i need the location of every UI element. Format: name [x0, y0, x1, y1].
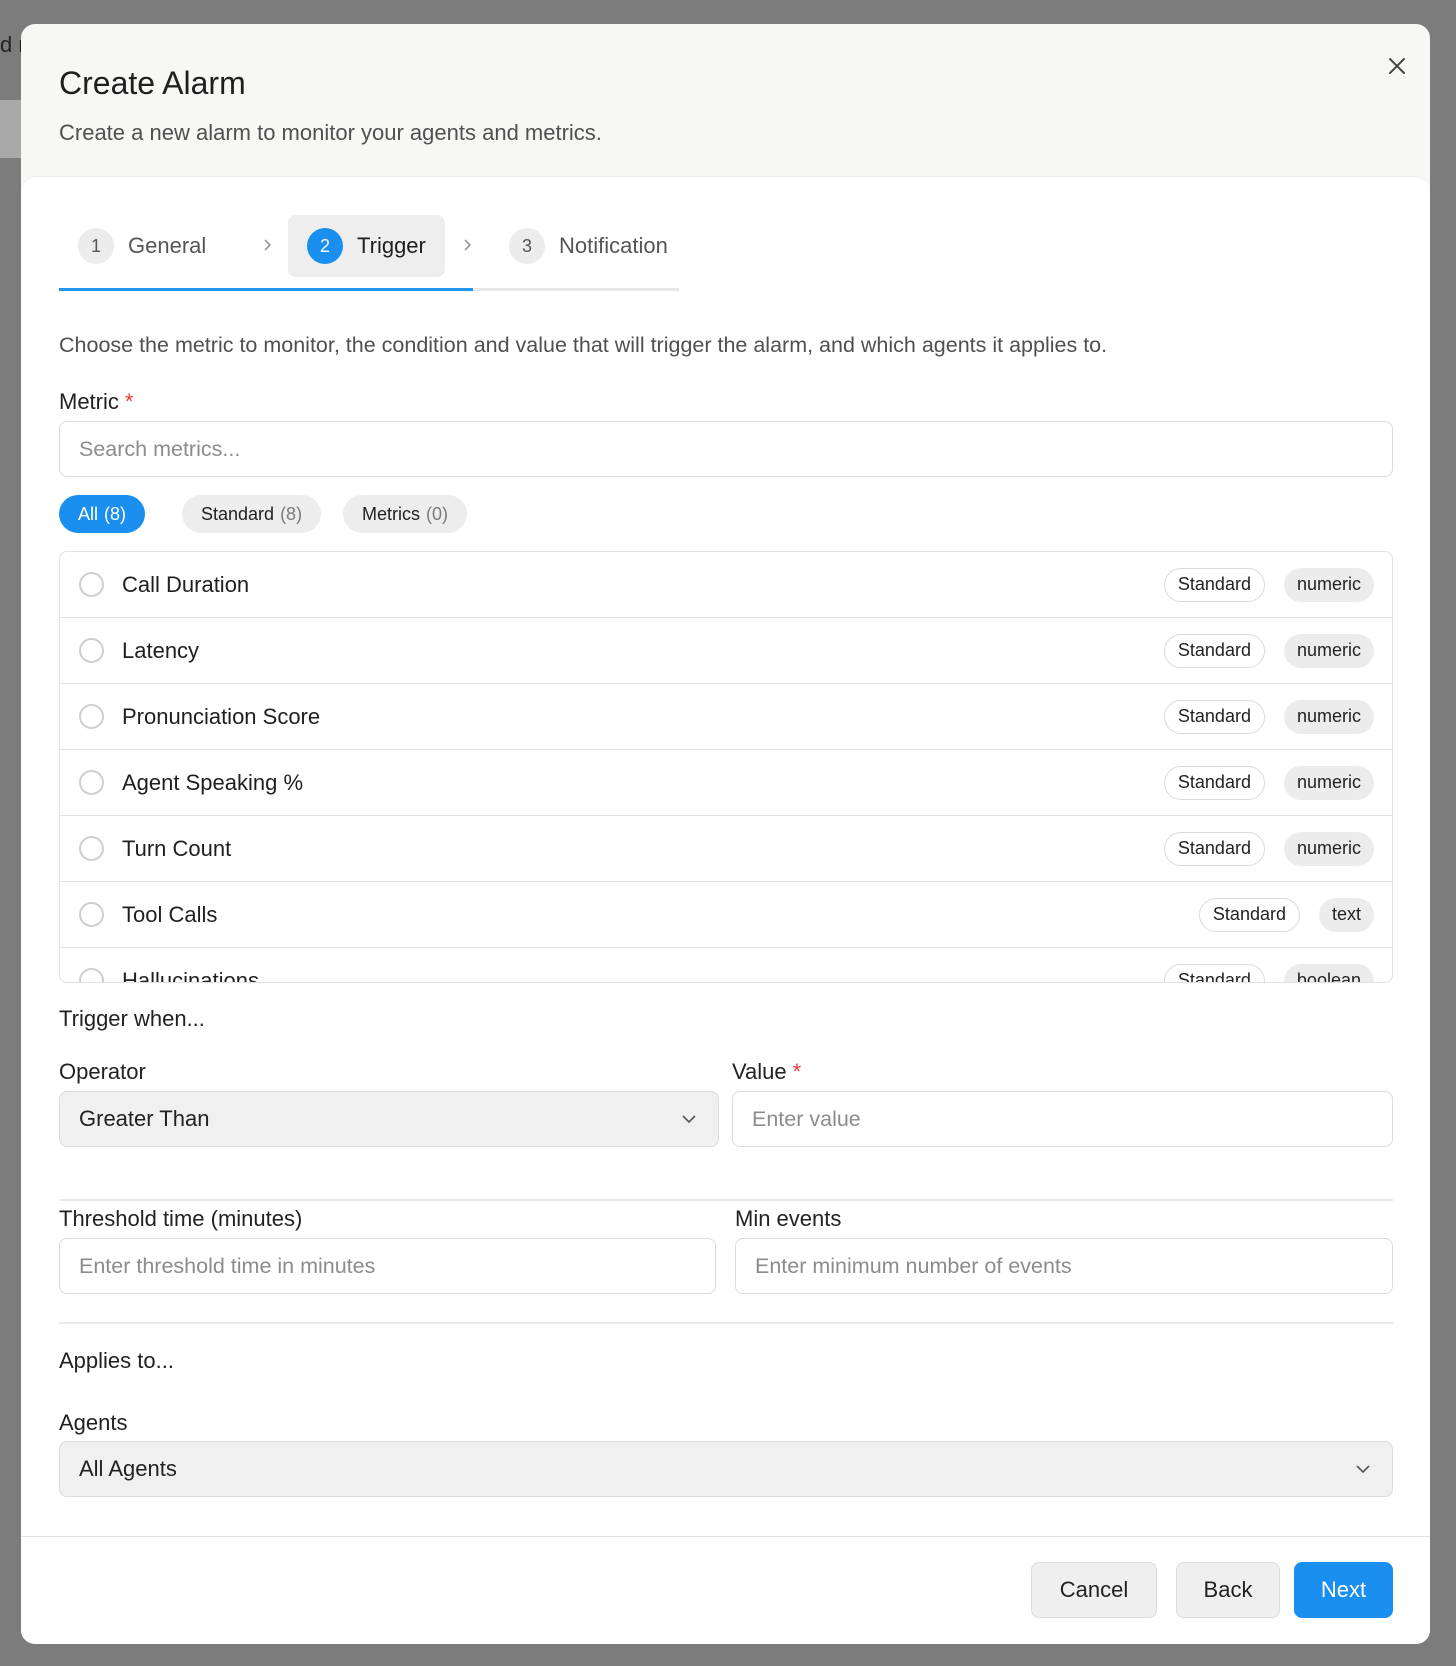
metric-option-label: Agent Speaking %	[122, 769, 304, 795]
step-trigger[interactable]: 2 Trigger	[288, 215, 445, 277]
radio-button[interactable]	[79, 704, 104, 729]
metric-option-label: Pronunciation Score	[122, 703, 321, 729]
min-events-label: Min events	[735, 1206, 842, 1231]
type-tag: boolean	[1283, 963, 1374, 982]
step-number: 2	[307, 228, 343, 264]
operator-label: Operator	[59, 1059, 146, 1084]
type-tag: numeric	[1283, 633, 1374, 668]
step-label: Notification	[559, 233, 668, 258]
radio-button[interactable]	[79, 770, 104, 795]
agents-select[interactable]: All Agents	[59, 1441, 1393, 1497]
required-marker: *	[792, 1059, 802, 1084]
metric-option-label: Latency	[122, 637, 200, 663]
step-label: Trigger	[357, 233, 426, 258]
source-tag: Standard	[1163, 765, 1265, 800]
divider	[59, 1199, 1393, 1201]
dialog-header: Create Alarm Create a new alarm to monit…	[21, 24, 1430, 176]
create-alarm-dialog: Create Alarm Create a new alarm to monit…	[21, 24, 1430, 1644]
back-button[interactable]: Back	[1176, 1562, 1280, 1618]
value-input[interactable]	[732, 1091, 1393, 1147]
metric-option[interactable]: Latency Standard numeric	[60, 618, 1392, 684]
type-tag: numeric	[1283, 831, 1374, 866]
dialog-body: 1 General 2 Trigger 3 Notification Choos…	[21, 176, 1430, 1536]
type-tag: text	[1318, 897, 1374, 932]
metric-option[interactable]: Pronunciation Score Standard numeric	[60, 684, 1392, 750]
metric-option[interactable]: Hallucinations Standard boolean	[60, 948, 1392, 983]
metric-list[interactable]: Call Duration Standard numeric Latency St…	[59, 551, 1393, 983]
step-description: Choose the metric to monitor, the condit…	[59, 333, 1108, 357]
divider	[59, 1322, 1393, 1324]
metric-search-input[interactable]	[59, 421, 1393, 477]
filter-all[interactable]: All (8)	[59, 495, 146, 533]
value-label: Value *	[732, 1059, 802, 1084]
step-number: 3	[509, 228, 545, 264]
metric-option[interactable]: Turn Count Standard numeric	[60, 816, 1392, 882]
operator-selected-value: Greater Than	[79, 1106, 210, 1131]
step-general[interactable]: 1 General	[59, 215, 225, 277]
metric-option-label: Tool Calls	[122, 901, 218, 927]
radio-button[interactable]	[79, 902, 104, 927]
source-tag: Standard	[1163, 633, 1265, 668]
chevron-right-icon	[464, 239, 472, 251]
filter-metrics[interactable]: Metrics (0)	[343, 495, 467, 533]
required-marker: *	[124, 389, 134, 414]
close-icon	[1389, 58, 1405, 74]
type-tag: numeric	[1283, 699, 1374, 734]
radio-button[interactable]	[79, 968, 104, 982]
step-number: 1	[78, 228, 114, 264]
dialog-footer: Cancel Back Next	[21, 1536, 1430, 1644]
min-events-input[interactable]	[735, 1238, 1393, 1294]
radio-button[interactable]	[79, 836, 104, 861]
close-button[interactable]	[1379, 48, 1415, 84]
metric-option[interactable]: Call Duration Standard numeric	[60, 552, 1392, 618]
stepper-progress-line	[59, 288, 473, 291]
filter-standard[interactable]: Standard (8)	[182, 495, 322, 533]
chevron-down-icon	[682, 1115, 696, 1124]
agents-label: Agents	[59, 1410, 128, 1435]
applies-heading: Applies to...	[59, 1348, 174, 1373]
type-tag: numeric	[1283, 567, 1374, 602]
cancel-button[interactable]: Cancel	[1031, 1562, 1157, 1618]
stepper: 1 General 2 Trigger 3 Notification	[59, 215, 679, 291]
operator-select[interactable]: Greater Than	[59, 1091, 719, 1147]
source-tag: Standard	[1198, 897, 1300, 932]
dialog-title: Create Alarm	[59, 65, 246, 101]
step-label: General	[128, 233, 207, 258]
agents-selected-value: All Agents	[79, 1456, 177, 1481]
metric-option-label: Call Duration	[122, 571, 250, 597]
type-tag: numeric	[1283, 765, 1374, 800]
metric-option-label: Turn Count	[122, 835, 232, 861]
metric-option-label: Hallucinations	[122, 967, 259, 983]
metric-label: Metric *	[59, 389, 134, 414]
threshold-input[interactable]	[59, 1238, 716, 1294]
source-tag: Standard	[1163, 567, 1265, 602]
metric-option[interactable]: Agent Speaking % Standard numeric	[60, 750, 1392, 816]
dialog-subtitle: Create a new alarm to monitor your agent…	[59, 120, 602, 145]
metric-option[interactable]: Tool Calls Standard text	[60, 882, 1392, 948]
step-notification[interactable]: 3 Notification	[490, 215, 687, 277]
radio-button[interactable]	[79, 638, 104, 663]
source-tag: Standard	[1163, 963, 1265, 982]
radio-button[interactable]	[79, 572, 104, 597]
next-button[interactable]: Next	[1294, 1562, 1393, 1618]
chevron-down-icon	[1356, 1465, 1370, 1474]
chevron-right-icon	[264, 239, 272, 251]
background-strip	[0, 100, 21, 158]
source-tag: Standard	[1163, 699, 1265, 734]
trigger-heading: Trigger when...	[59, 1006, 205, 1031]
source-tag: Standard	[1163, 831, 1265, 866]
threshold-label: Threshold time (minutes)	[59, 1206, 303, 1231]
